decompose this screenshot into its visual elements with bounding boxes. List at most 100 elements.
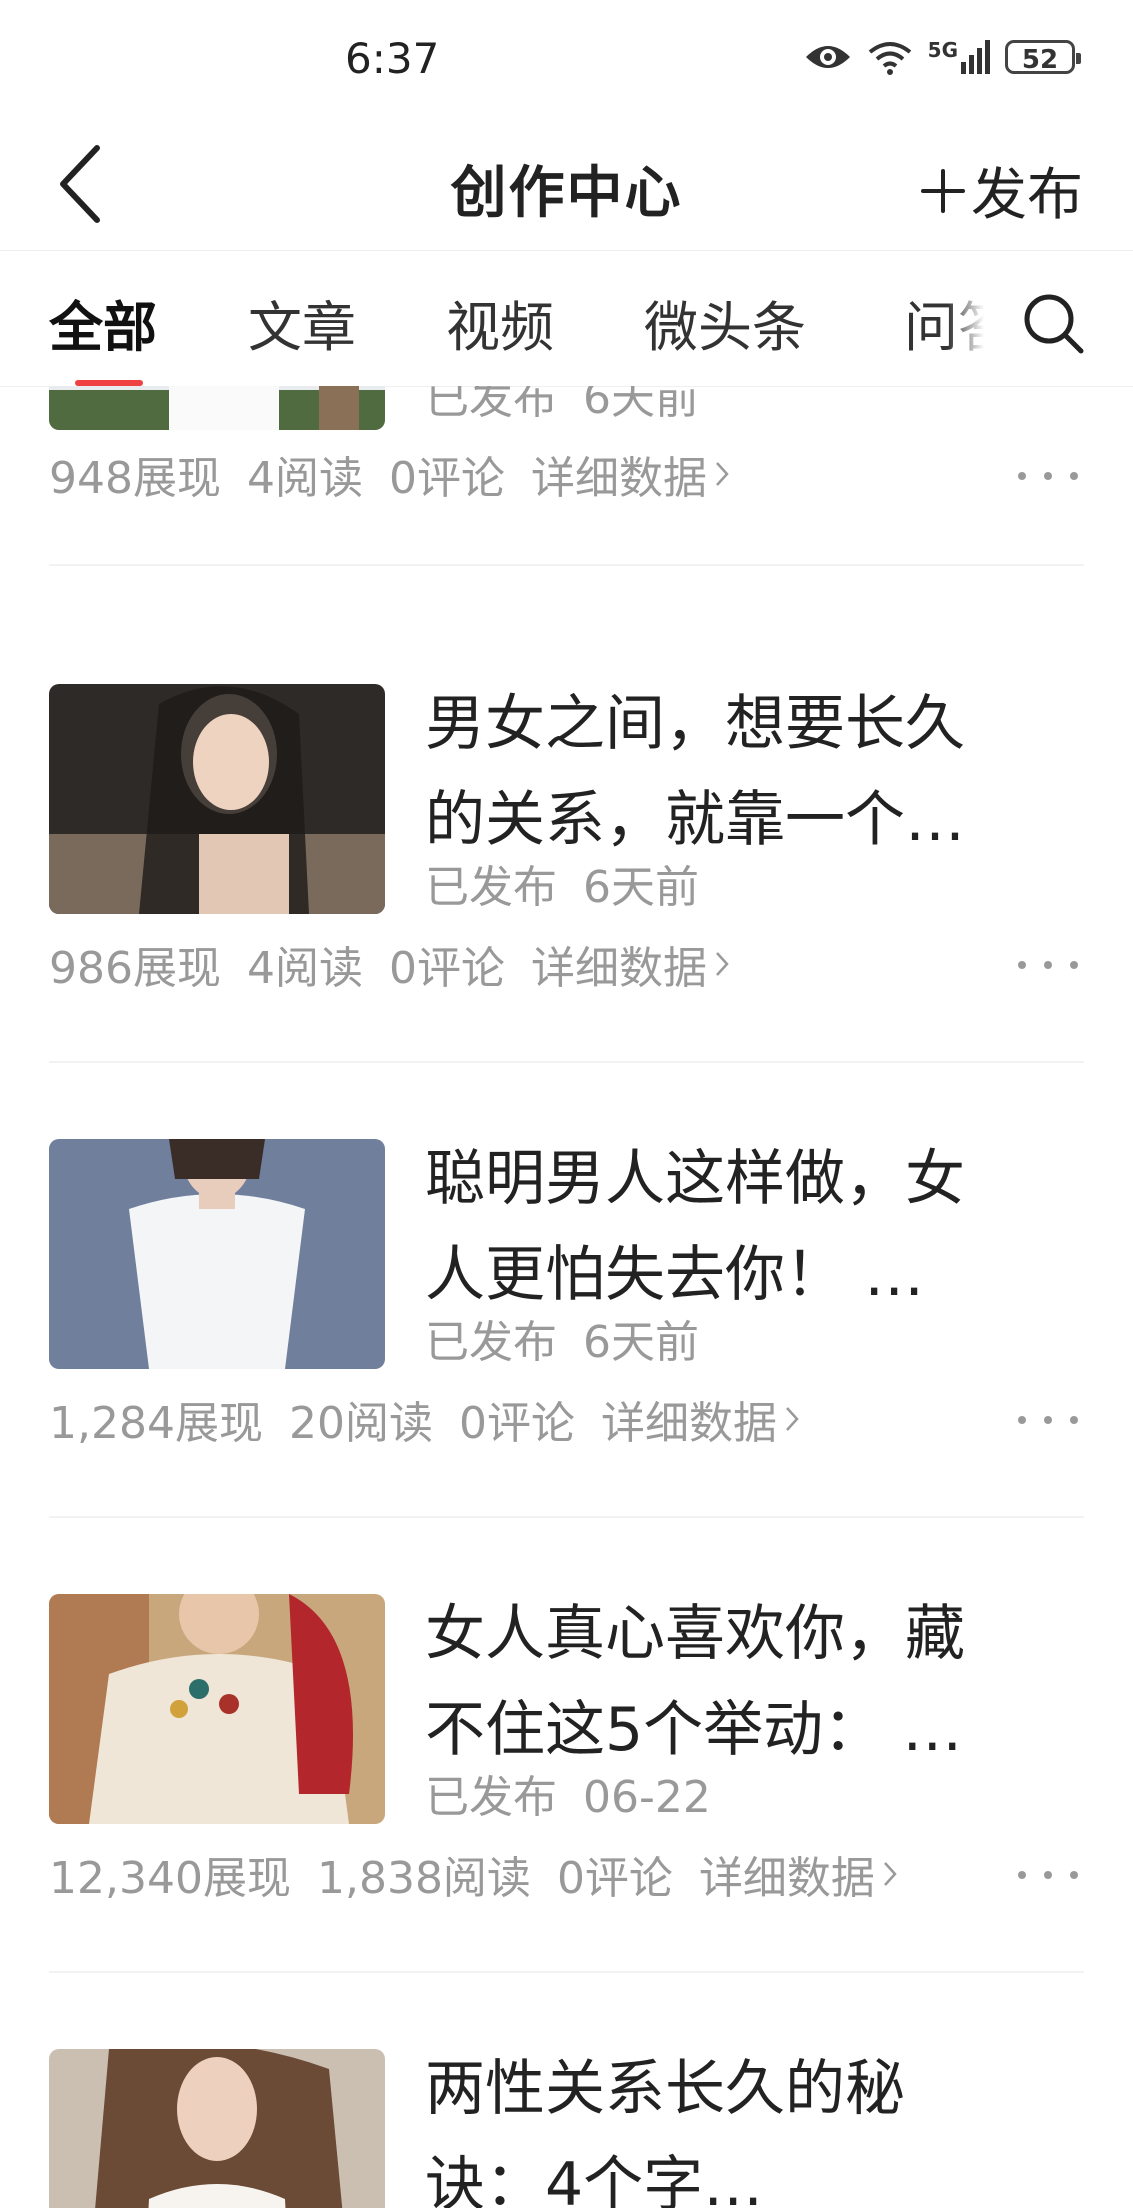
comments-count: 0评论 — [388, 943, 505, 994]
publish-time: 6天前 — [583, 862, 699, 913]
more-dot — [1044, 1416, 1052, 1424]
article-stats: 948展现 4阅读 0评论 详细数据 — [49, 442, 729, 506]
publish-info: 已发布 06-22 — [425, 1761, 711, 1825]
more-options-button[interactable] — [1018, 1860, 1078, 1890]
article-stats: 986展现 4阅读 0评论 详细数据 — [49, 932, 729, 996]
plus-icon — [921, 168, 965, 213]
more-dot — [1044, 472, 1052, 480]
article-title[interactable]: 女人真心喜欢你，藏 不住这5个举动： … — [425, 1586, 1065, 1778]
article-thumbnail[interactable] — [49, 2049, 385, 2208]
more-options-button[interactable] — [1018, 461, 1078, 491]
more-dot — [1018, 1416, 1026, 1424]
detail-data-label: 详细数据 — [698, 1853, 875, 1904]
comments-count: 0评论 — [388, 453, 505, 504]
impressions-count: 986展现 — [49, 943, 221, 994]
article-title[interactable]: 两性关系长久的秘 诀：4个字… — [425, 2041, 1065, 2208]
publish-status: 已发布 — [425, 1317, 557, 1368]
more-dot — [1044, 1871, 1052, 1879]
item-divider — [49, 1061, 1084, 1063]
tab-all[interactable]: 全部 — [49, 283, 157, 362]
publish-info: 已发布 6天前 — [425, 1306, 699, 1370]
reads-count: 20阅读 — [288, 1398, 433, 1449]
impressions-count: 12,340展现 — [49, 1853, 291, 1904]
thumbnail-image — [49, 2049, 385, 2208]
publish-time: 6天前 — [583, 1317, 699, 1368]
thumbnail-image — [49, 386, 385, 430]
eye-icon — [805, 46, 850, 68]
more-dot — [1070, 961, 1078, 969]
article-title[interactable]: 男女之间，想要长久 的关系，就靠一个… — [425, 676, 1065, 868]
thumbnail-image — [49, 1139, 385, 1369]
detail-data-link[interactable]: 详细数据 — [601, 1387, 799, 1451]
comments-count: 0评论 — [458, 1398, 575, 1449]
publish-info: 已发布 6天前 — [425, 386, 699, 426]
article-thumbnail[interactable] — [49, 1139, 385, 1369]
network-type: 5G — [927, 38, 958, 62]
chevron-right-icon — [884, 1862, 897, 1886]
tab-micro-posts[interactable]: 微头条 — [644, 283, 806, 362]
nav-bar: 创作中心 发布 — [0, 120, 1133, 251]
list-item[interactable]: 聪明男人这样做，女 人更怕失去你！ … 已发布 6天前 1,284展现 20阅读 … — [0, 1089, 1133, 1544]
more-dot — [1018, 961, 1026, 969]
detail-data-link[interactable]: 详细数据 — [531, 932, 729, 996]
publish-time: 6天前 — [583, 386, 699, 424]
more-options-button[interactable] — [1018, 950, 1078, 980]
list-item[interactable]: 两性关系长久的秘 诀：4个字… — [0, 1999, 1133, 2208]
article-thumbnail[interactable] — [49, 1594, 385, 1824]
signal-icon — [961, 40, 990, 74]
battery-indicator: 52 — [1005, 40, 1081, 75]
article-list: 已发布 6天前 948展现 4阅读 0评论 详细数据 男女之间，想要长久 的关系… — [0, 386, 1133, 2208]
more-dot — [1018, 1871, 1026, 1879]
thumbnail-image — [49, 1594, 385, 1824]
reads-count: 4阅读 — [246, 453, 363, 504]
more-dot — [1044, 961, 1052, 969]
more-dot — [1070, 1871, 1078, 1879]
article-title-line: 女人真心喜欢你，藏 — [425, 1599, 965, 1669]
list-item[interactable]: 男女之间，想要长久 的关系，就靠一个… 已发布 6天前 986展现 4阅读 0评论… — [0, 634, 1133, 1089]
publish-button[interactable]: 发布 — [921, 150, 1083, 231]
publish-status: 已发布 — [425, 386, 557, 424]
impressions-count: 1,284展现 — [49, 1398, 263, 1449]
detail-data-label: 详细数据 — [600, 1398, 777, 1449]
item-divider — [49, 564, 1084, 566]
item-divider — [49, 1516, 1084, 1518]
status-bar: 6:37 5G 52 — [0, 0, 1133, 120]
more-dot — [1070, 1416, 1078, 1424]
detail-data-label: 详细数据 — [530, 453, 707, 504]
article-thumbnail[interactable] — [49, 684, 385, 914]
detail-data-label: 详细数据 — [530, 943, 707, 994]
publish-label: 发布 — [971, 163, 1083, 228]
reads-count: 4阅读 — [246, 943, 363, 994]
signal-indicator: 5G — [928, 40, 991, 74]
tab-articles[interactable]: 文章 — [248, 283, 356, 362]
list-item[interactable]: 女人真心喜欢你，藏 不住这5个举动： … 已发布 06-22 12,340展现 1… — [0, 1544, 1133, 1999]
more-dot — [1018, 472, 1026, 480]
comments-count: 0评论 — [556, 1853, 673, 1904]
article-stats: 1,284展现 20阅读 0评论 详细数据 — [49, 1387, 799, 1451]
chevron-right-icon — [786, 1407, 799, 1431]
publish-status: 已发布 — [425, 862, 557, 913]
thumbnail-image — [49, 684, 385, 914]
article-title-line: 聪明男人这样做，女 — [425, 1144, 965, 1214]
category-tabs: 全部 文章 视频 微头条 问答 — [0, 251, 1133, 387]
more-options-button[interactable] — [1018, 1405, 1078, 1435]
detail-data-link[interactable]: 详细数据 — [699, 1842, 897, 1906]
article-stats: 12,340展现 1,838阅读 0评论 详细数据 — [49, 1842, 897, 1906]
search-button[interactable] — [1017, 287, 1089, 359]
tab-videos[interactable]: 视频 — [446, 283, 554, 362]
article-title[interactable]: 聪明男人这样做，女 人更怕失去你！ … — [425, 1131, 1065, 1323]
article-title-line: 诀：4个字… — [425, 2150, 764, 2208]
more-dot — [1070, 472, 1078, 480]
reads-count: 1,838阅读 — [316, 1853, 531, 1904]
detail-data-link[interactable]: 详细数据 — [531, 442, 729, 506]
chevron-right-icon — [716, 462, 729, 486]
chevron-right-icon — [716, 952, 729, 976]
article-thumbnail[interactable] — [49, 386, 385, 430]
article-title-line: 男女之间，想要长久 — [425, 689, 965, 759]
wifi-icon — [868, 42, 911, 75]
tab-qa[interactable]: 问答 — [904, 283, 984, 362]
publish-info: 已发布 6天前 — [425, 851, 699, 915]
status-icons: 5G 52 — [804, 38, 1081, 76]
impressions-count: 948展现 — [49, 453, 221, 504]
item-divider — [49, 1971, 1084, 1973]
